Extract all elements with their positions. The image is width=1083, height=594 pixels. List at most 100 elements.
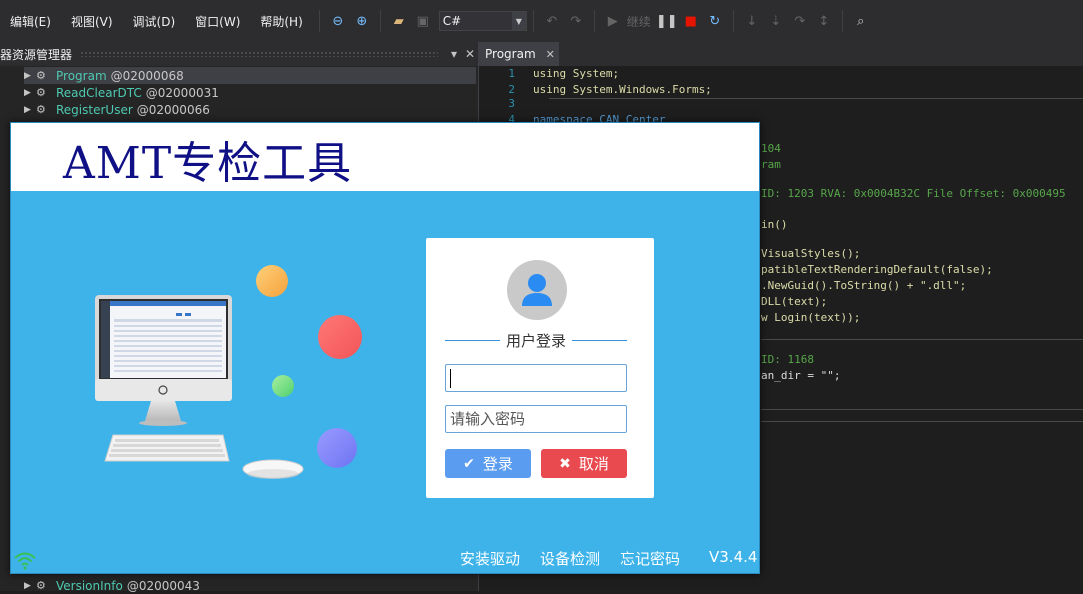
code-text: using System.Windows.Forms;	[533, 83, 712, 96]
restart-icon[interactable]: ↻	[705, 11, 725, 31]
undo-icon[interactable]: ↶	[542, 11, 562, 31]
code-separator	[761, 421, 1083, 422]
green-bubble	[272, 375, 294, 397]
code-fragment: ID: 1203 RVA: 0x0004B32C File Offset: 0x…	[761, 187, 1066, 203]
toolbar-separator	[379, 10, 381, 32]
stop-icon[interactable]: ■	[681, 11, 701, 31]
expand-icon[interactable]: ▶	[24, 71, 36, 81]
tree-item[interactable]: ▶ ⚙ RegisterUser @02000066	[24, 101, 210, 118]
expand-icon[interactable]: ▶	[24, 88, 36, 98]
step-up-icon[interactable]: ↕	[814, 11, 834, 31]
language-select-value: C#	[442, 14, 462, 28]
step-into-icon[interactable]: ↓	[742, 11, 762, 31]
code-fragment: in()	[761, 218, 788, 234]
chevron-down-icon: ▼	[511, 12, 526, 30]
tree-item-name: Program	[56, 68, 107, 83]
tree-item-name: ReadClearDTC	[56, 85, 142, 100]
step-over-icon[interactable]: ⇣	[766, 11, 786, 31]
ide-menubar: 编辑(E) 视图(V) 调试(D) 窗口(W) 帮助(H) ⊖ ⊕ ▰ ▣ C#…	[0, 0, 1083, 42]
language-select[interactable]: C# ▼	[438, 11, 527, 31]
class-icon: ⚙	[36, 86, 46, 99]
close-icon[interactable]: ✕	[462, 47, 478, 61]
tree-item[interactable]: ▶ ⚙ VersionInfo @02000043	[24, 577, 200, 594]
cancel-button-label: 取消	[578, 455, 609, 473]
code-fragment: patibleTextRenderingDefault(false);	[761, 263, 993, 279]
class-icon: ⚙	[36, 103, 46, 116]
keyboard	[104, 434, 230, 462]
menu-help[interactable]: 帮助(H)	[250, 13, 312, 30]
pause-icon[interactable]: ❚❚	[656, 11, 678, 31]
expand-icon[interactable]: ▶	[24, 581, 36, 591]
search-icon[interactable]: ⌕	[851, 11, 871, 31]
tree-item-name: VersionInfo	[56, 578, 123, 593]
redo-icon[interactable]: ↷	[566, 11, 586, 31]
code-text: w Login(text));	[761, 311, 861, 324]
tree-item-name: RegisterUser	[56, 102, 133, 117]
toolbar-separator	[593, 10, 595, 32]
code-text: VisualStyles();	[761, 247, 861, 260]
password-input[interactable]	[445, 405, 627, 433]
forgot-password-link[interactable]: 忘记密码	[620, 548, 680, 569]
editor-tabs: Program ✕	[479, 42, 1083, 66]
code-separator	[549, 98, 1083, 99]
red-bubble	[318, 315, 362, 359]
tree-item[interactable]: ▶ ⚙ Program @02000068	[24, 67, 476, 84]
start-icon[interactable]: ▶	[603, 11, 623, 31]
line-number: 1	[508, 67, 515, 80]
menu-edit[interactable]: 编辑(E)	[0, 13, 61, 30]
code-text: an_dir = "";	[761, 369, 841, 382]
menu-debug[interactable]: 调试(D)	[123, 13, 186, 30]
code-text: ram	[761, 158, 781, 171]
class-icon: ⚙	[36, 579, 46, 592]
tree-item-token: @02000031	[145, 85, 219, 100]
panel-title: 器资源管理器	[0, 47, 73, 62]
login-button-label: 登录	[482, 455, 513, 473]
username-input[interactable]	[445, 364, 627, 392]
orange-bubble	[256, 265, 288, 297]
text-caret	[450, 369, 451, 388]
step-out-icon[interactable]: ↷	[790, 11, 810, 31]
menu-view[interactable]: 视图(V)	[61, 13, 123, 30]
version-label: V3.4.4	[709, 548, 758, 566]
expand-icon[interactable]: ▶	[24, 105, 36, 115]
panel-header: 器资源管理器 ▾ ✕	[0, 42, 478, 66]
tab-program[interactable]: Program ✕	[479, 42, 559, 66]
continue-label[interactable]: 继续	[627, 13, 651, 30]
wifi-icon	[14, 552, 36, 570]
code-text: using System;	[533, 67, 620, 80]
open-folder-icon[interactable]: ▰	[389, 11, 409, 31]
cancel-button[interactable]: ✖ 取消	[541, 449, 627, 478]
menu-window[interactable]: 窗口(W)	[185, 13, 250, 30]
code-line: 1 using System;	[479, 67, 619, 83]
login-title: 用户登录	[506, 331, 567, 350]
close-icon[interactable]: ✕	[546, 48, 555, 61]
code-fragment: ID: 1168	[761, 353, 814, 369]
tree-item[interactable]: ▶ ⚙ ReadClearDTC @02000031	[24, 84, 219, 101]
forward-icon[interactable]: ⊕	[352, 11, 372, 31]
check-icon: ✔	[463, 455, 475, 472]
code-text: ID: 1168	[761, 353, 814, 366]
install-driver-link[interactable]: 安装驱动	[460, 548, 520, 569]
back-icon[interactable]: ⊖	[328, 11, 348, 31]
class-icon: ⚙	[36, 69, 46, 82]
toolbar-separator	[532, 10, 534, 32]
computer-illustration	[95, 265, 362, 479]
code-separator	[761, 339, 1083, 340]
code-text: 104	[761, 142, 781, 155]
tree-item-token: @02000066	[136, 102, 210, 117]
tab-label: Program	[485, 47, 536, 61]
close-icon: ✖	[559, 455, 571, 472]
code-line: 3	[479, 97, 533, 113]
device-check-link[interactable]: 设备检测	[540, 548, 600, 569]
toolbar-separator	[318, 10, 320, 32]
dropdown-icon[interactable]: ▾	[446, 47, 462, 61]
panel-grip	[80, 51, 438, 57]
line-number: 3	[508, 97, 515, 110]
login-title-divider: 用户登录	[445, 330, 628, 350]
save-icon[interactable]: ▣	[413, 11, 433, 31]
login-button[interactable]: ✔ 登录	[445, 449, 531, 478]
code-separator	[761, 409, 1083, 410]
code-fragment: 104	[761, 142, 781, 158]
code-text: ID: 1203 RVA: 0x0004B32C File Offset: 0x…	[761, 187, 1066, 200]
monitor-stand	[145, 401, 181, 421]
